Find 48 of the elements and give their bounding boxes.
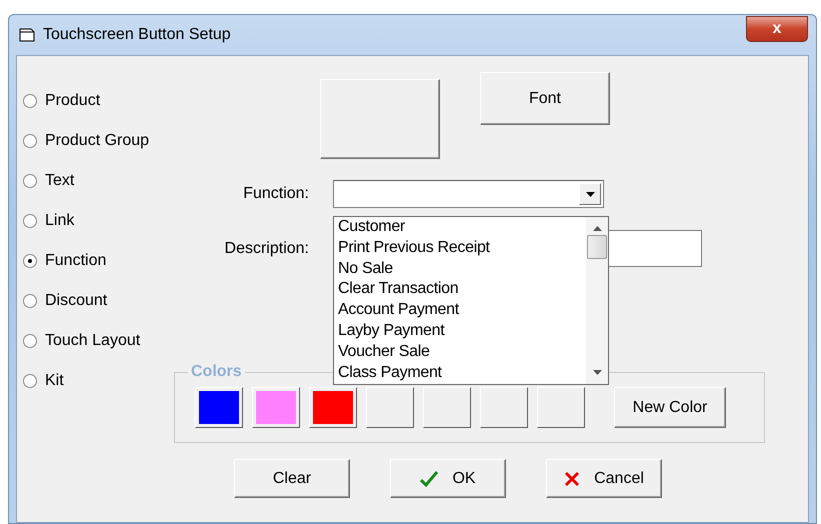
group-title: Colors	[190, 363, 243, 381]
list-item[interactable]: Print Previous Receipt	[338, 238, 586, 259]
radio-button[interactable]	[23, 334, 37, 348]
radio-button[interactable]	[23, 294, 37, 308]
list-item[interactable]: Customer	[338, 217, 586, 238]
list-item[interactable]: Clear Transaction	[338, 279, 586, 300]
close-icon	[564, 470, 580, 486]
list-item[interactable]: Class Payment	[338, 362, 586, 384]
list-item[interactable]: Layby Payment	[338, 320, 586, 342]
function-dropdown[interactable]	[333, 180, 604, 208]
new-color-button[interactable]: New Color	[614, 387, 726, 428]
radio-label: Discount	[45, 292, 108, 310]
list-item[interactable]: Account Payment	[338, 300, 586, 321]
radio-label: Product Group	[45, 132, 150, 150]
radio-button[interactable]	[23, 374, 37, 388]
cancel-button[interactable]: Cancel	[546, 459, 662, 498]
clear-button[interactable]: Clear	[234, 459, 350, 498]
caret-icon	[586, 192, 594, 196]
radio-label: Function	[45, 252, 106, 270]
window-title: Touchscreen Button Setup	[43, 26, 232, 44]
radio-button[interactable]	[23, 254, 37, 268]
empty-swatch[interactable]	[366, 387, 414, 428]
radio-label: Text	[45, 172, 74, 190]
radio-label: Kit	[45, 372, 64, 390]
empty-swatch[interactable]	[537, 387, 585, 428]
preview-button[interactable]	[320, 79, 440, 159]
scroll-thumb[interactable]	[587, 235, 607, 259]
scrollbar[interactable]	[586, 217, 608, 384]
radio-label: Touch Layout	[45, 332, 140, 350]
checkmark-icon	[420, 470, 438, 486]
empty-swatch[interactable]	[423, 387, 471, 428]
list-item[interactable]: No Sale	[338, 258, 586, 280]
radio-button[interactable]	[23, 214, 37, 228]
window-icon	[19, 28, 35, 42]
list-item[interactable]: Voucher Sale	[338, 342, 586, 363]
radio-label: Product	[45, 92, 100, 110]
empty-swatch[interactable]	[480, 387, 528, 428]
ok-button[interactable]: OK	[390, 459, 506, 498]
close-button[interactable]: x	[746, 16, 808, 42]
radio-button[interactable]	[23, 174, 37, 188]
scroll-down-icon	[592, 370, 602, 375]
dropdown-button[interactable]	[579, 183, 601, 205]
radio-button[interactable]	[23, 134, 37, 148]
radio-label: Link	[45, 212, 74, 230]
font-button[interactable]: Font	[480, 72, 610, 125]
radio-button[interactable]	[23, 94, 37, 108]
function-label: Function:	[242, 185, 309, 203]
description-label: Description:	[224, 240, 309, 258]
